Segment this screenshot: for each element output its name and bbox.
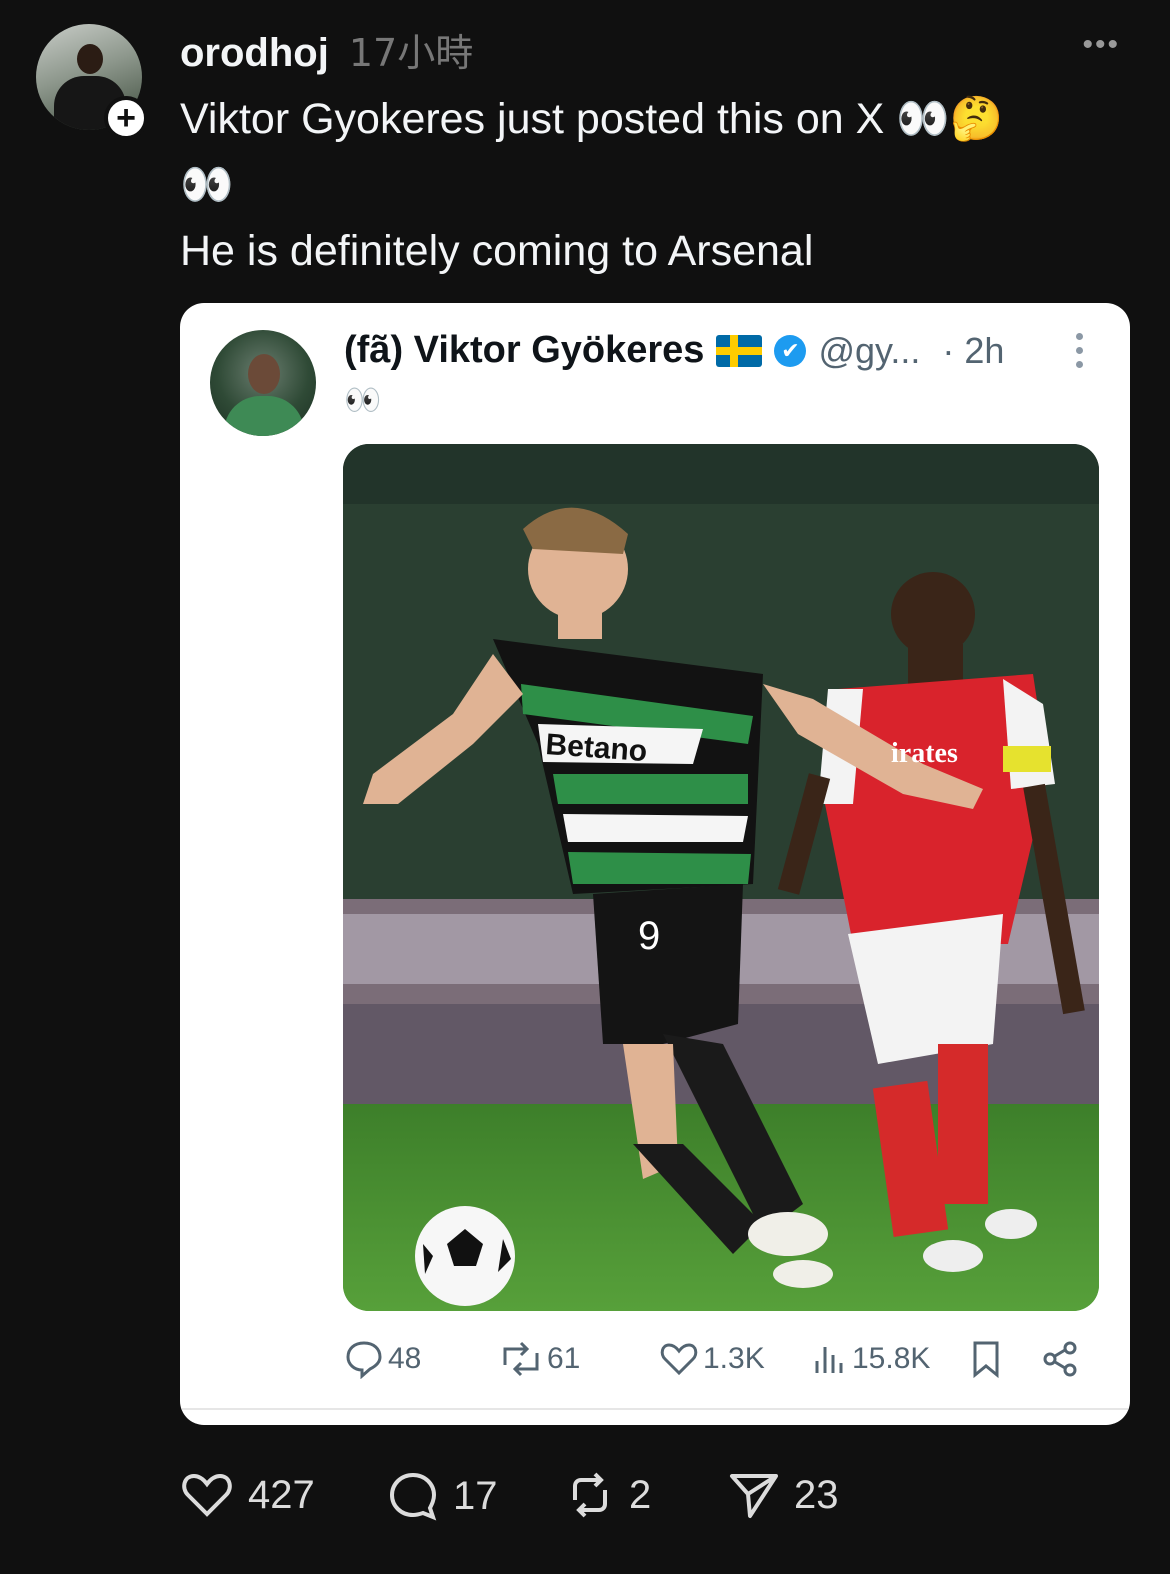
send-icon <box>730 1474 778 1518</box>
tweet-view-count: 15.8K <box>852 1342 931 1375</box>
heart-icon <box>660 1343 698 1376</box>
repost-count: 2 <box>629 1472 652 1517</box>
tweet-like-count: 1.3K <box>703 1342 765 1375</box>
post-text-1: Viktor Gyokeres just posted this on X <box>180 95 885 143</box>
bookmark-icon <box>973 1341 999 1379</box>
comment-icon <box>389 1472 437 1521</box>
repost-icon <box>503 1341 539 1377</box>
sweden-flag-icon <box>716 334 763 367</box>
post-actions: 427 17 2 23 <box>180 1470 880 1526</box>
tweet-author-name: (fã) Viktor Gyökeres <box>344 329 705 371</box>
reply-icon <box>346 1341 382 1379</box>
tweet-reply: 48 <box>344 1339 421 1379</box>
post-body: Viktor Gyokeres just posted this on X 👀🤔… <box>180 86 1110 284</box>
tweet-more-icon <box>1074 333 1084 368</box>
post-text-line: Viktor Gyokeres just posted this on X 👀🤔 <box>180 86 1110 152</box>
repost-icon <box>573 1472 607 1518</box>
post-timestamp: 17小時 <box>348 31 474 75</box>
tweet-repost: 61 <box>499 1339 580 1379</box>
heart-icon <box>182 1473 232 1517</box>
tweet-author-avatar <box>210 330 316 436</box>
tweet-text: 👀 <box>344 383 382 418</box>
more-options-icon[interactable]: ••• <box>1082 28 1120 62</box>
tweet-views: 15.8K <box>812 1339 930 1379</box>
follow-plus-icon[interactable]: + <box>104 96 148 140</box>
tweet-reply-count: 48 <box>388 1342 422 1375</box>
share-count: 23 <box>794 1472 839 1517</box>
tweet-repost-count: 61 <box>547 1342 581 1375</box>
tweet-actions: 48 61 1.3K 15.8K <box>344 1339 1104 1383</box>
comment-button[interactable]: 17 <box>387 1470 498 1522</box>
tweet-time: · 2h <box>942 329 1005 371</box>
tweet-divider <box>180 1408 1130 1410</box>
tweet-bookmark <box>969 1339 1003 1379</box>
tweet-handle: @gy... <box>818 329 921 371</box>
verified-badge-icon: ✔ <box>774 334 807 367</box>
post-emoji-1: 👀🤔 <box>896 94 1004 144</box>
embedded-tweet-card[interactable]: (fã) Viktor Gyökeres ✔ @gy... · 2h 👀 Bet… <box>180 303 1130 1425</box>
like-button[interactable]: 427 <box>180 1470 315 1520</box>
football-scene: Betano 9 irates <box>343 444 1099 1311</box>
views-icon <box>815 1347 843 1373</box>
share-icon <box>1043 1341 1077 1377</box>
like-count: 427 <box>248 1472 315 1517</box>
post-text-3: He is definitely coming to Arsenal <box>180 227 814 275</box>
tweet-photo: Betano 9 irates <box>343 444 1099 1311</box>
avatar-head <box>77 44 103 74</box>
share-button[interactable]: 23 <box>728 1470 839 1520</box>
comment-count: 17 <box>453 1473 498 1518</box>
football <box>415 1206 515 1306</box>
post-header: orodhoj 17小時 <box>180 22 473 77</box>
author-username[interactable]: orodhoj <box>180 31 329 76</box>
opponent-sponsor-text: irates <box>891 738 958 769</box>
tweet-header: (fã) Viktor Gyökeres ✔ @gy... · 2h <box>344 329 1090 372</box>
post-emoji-2: 👀 <box>180 160 234 210</box>
tweet-share <box>1040 1339 1080 1379</box>
author-avatar-wrap[interactable]: + <box>36 24 148 140</box>
shirt-number: 9 <box>638 914 660 958</box>
tweet-avatar-shirt <box>224 396 304 436</box>
tweet-like: 1.3K <box>659 1339 765 1379</box>
repost-button[interactable]: 2 <box>565 1470 651 1520</box>
tweet-avatar-face <box>248 354 280 394</box>
